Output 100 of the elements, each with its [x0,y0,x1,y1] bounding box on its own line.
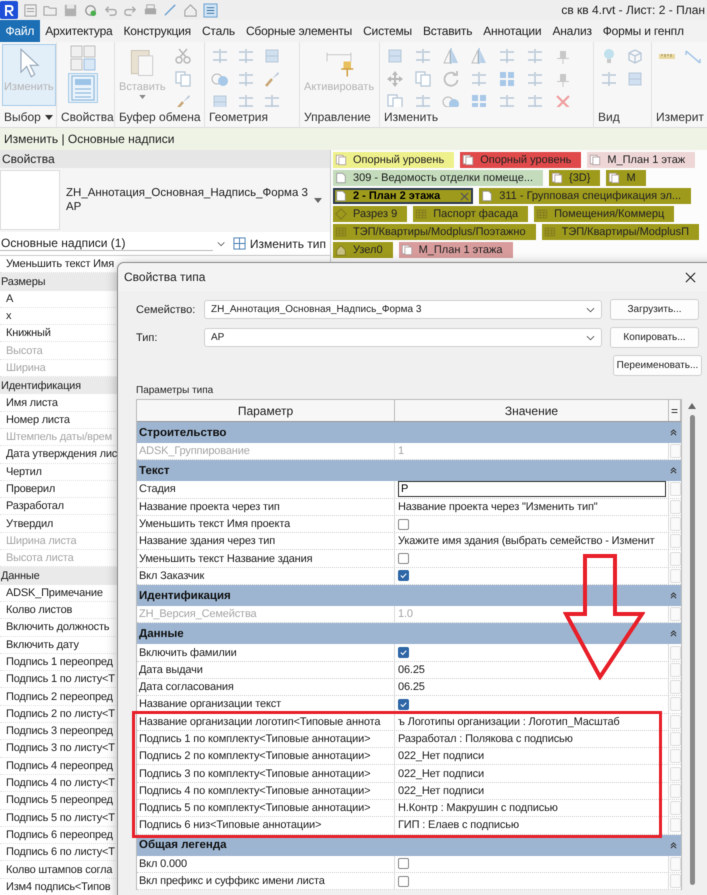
collapse-icon[interactable] [670,842,677,849]
parameter-value[interactable]: ъ Логотипы организации : Логотип_Масштаб [398,716,620,728]
collapse-icon[interactable] [670,467,677,474]
region-icon[interactable] [626,70,644,88]
parameter-value[interactable]: Н.Контр : Макрушин с подписью [398,802,558,814]
mirror-icon[interactable] [470,47,488,65]
type-dropdown[interactable]: АР [204,328,602,347]
app-logo[interactable] [0,1,18,19]
checkbox[interactable] [398,518,409,530]
scroll-thumb[interactable] [690,415,694,885]
caret-icon[interactable] [314,198,322,202]
view-tab[interactable]: 311 - Групповая спецификация эл... [479,188,692,204]
array-icon[interactable] [470,93,488,107]
checkbox[interactable] [398,698,409,710]
view-tab[interactable]: М [606,170,646,186]
region-icon[interactable] [211,93,229,107]
copy-icon[interactable] [174,70,192,88]
edit-type-button[interactable]: Изменить тип [228,236,330,250]
view-tab[interactable]: Разрез 9 [333,206,408,222]
view-tab[interactable]: М_План 1 этажа [398,242,513,258]
view-tab[interactable]: 309 - Ведомость отделки помеще... [333,170,544,186]
view-tab[interactable]: Паспорт фасада [413,206,528,222]
parameter-value[interactable]: 022_Нет подписи [398,768,484,780]
properties-icon[interactable] [69,74,97,102]
association-button[interactable] [670,500,681,514]
parameter-value[interactable]: 06.25 [398,681,425,694]
scissors-icon[interactable] [174,47,192,65]
parameter-value[interactable]: 022_Нет подписи [398,750,484,762]
view-tab[interactable]: ТЭП/Квартиры/Modplus/Поэтажно [333,224,536,240]
rename-button[interactable]: Переименовать... [613,355,702,376]
parameter-value[interactable]: Укажите имя здания (выбрать семейство - Изменит [398,535,655,548]
view-tab[interactable]: Узел0 [333,242,393,258]
association-button[interactable] [670,732,681,746]
association-button[interactable] [670,607,681,622]
view-tab[interactable]: {3D} [549,170,600,186]
association-button[interactable] [670,552,681,566]
list-icon[interactable] [203,2,218,18]
view-tab[interactable]: ТЭП/Квартиры/ModplusП [542,224,700,240]
copy-icon[interactable] [414,70,432,88]
collapse-icon[interactable] [670,592,677,600]
paint-icon[interactable] [263,70,281,88]
collapse-icon[interactable] [670,429,677,436]
ribbon-tab[interactable]: Вставить [417,20,478,42]
checkbox[interactable] [398,647,409,658]
association-button[interactable] [670,646,681,660]
association-button[interactable] [670,784,681,798]
checkbox[interactable] [398,876,409,887]
ribbon-tab[interactable]: Системы [358,20,418,42]
view-tab[interactable]: Помещения/Коммерц [534,206,674,222]
parameter-value[interactable]: 06.25 [398,664,425,676]
ribbon-tab[interactable]: Архитектура [40,20,118,42]
ribbon-tab[interactable]: Формы и генпл [597,20,690,42]
grid-icon[interactable] [498,70,516,88]
delete-icon[interactable] [554,93,572,107]
value-field[interactable]: Р [398,481,666,498]
scroll-up-icon[interactable] [688,403,696,409]
parameter-value[interactable]: Название проекта через "Изменить тип" [398,500,598,513]
group-header[interactable]: Данные [139,628,184,640]
association-button[interactable] [670,874,681,888]
checkbox[interactable] [398,553,409,564]
print-icon[interactable] [143,2,158,18]
category-filter[interactable]: Основные надписи (1) [0,236,213,251]
copy-icon[interactable] [386,93,404,107]
type-selector[interactable]: ZH_Аннотация_Основная_Надпись_Форма 3 АР [0,168,330,232]
association-button[interactable] [670,680,681,694]
caret-icon[interactable] [44,114,53,120]
save-icon[interactable] [63,2,78,18]
parameter-value[interactable]: 022_Нет подписи [398,784,484,797]
association-button[interactable] [670,697,681,712]
sync-icon[interactable] [83,2,98,18]
type-properties-icon[interactable] [69,44,97,72]
association-button[interactable] [670,568,681,583]
family-dropdown[interactable]: ZH_Аннотация_Основная_Надпись_Форма 3 [204,300,602,319]
checkbox[interactable] [398,858,409,870]
load-button[interactable]: Загрузить... [610,299,699,320]
association-button[interactable] [670,444,681,458]
ribbon-tab[interactable]: Конструкция [118,20,196,42]
association-button[interactable] [670,749,681,764]
parameter-value[interactable]: Разработал : Полякова с подписью [398,733,573,745]
association-button[interactable] [670,482,681,496]
copy-button[interactable]: Копировать... [610,327,699,348]
association-button[interactable] [670,517,681,532]
ribbon-tab[interactable]: Сталь [196,20,240,42]
rotate-icon[interactable] [442,70,460,88]
association-button[interactable] [670,534,681,548]
view-tab[interactable]: Опорный уровень [460,152,582,168]
view-tab[interactable]: М_План 1 этаж [587,152,696,168]
association-button[interactable] [670,856,681,871]
cube-icon[interactable] [626,47,644,65]
group-header[interactable]: Общая легенда [139,839,227,852]
group-header[interactable]: Строительство [139,426,226,438]
group-header[interactable]: Текст [139,464,170,477]
association-button[interactable] [670,662,681,677]
ribbon-tab[interactable]: Аннотации [478,20,547,42]
association-button[interactable] [670,818,681,832]
parameter-value[interactable]: ГИП : Елаев с подписью [398,819,519,832]
mirror-icon[interactable] [442,47,460,65]
ribbon-tab[interactable]: Анализ [546,20,598,42]
view-tab[interactable]: Опорный уровень [333,152,454,168]
house-icon[interactable] [183,2,198,18]
